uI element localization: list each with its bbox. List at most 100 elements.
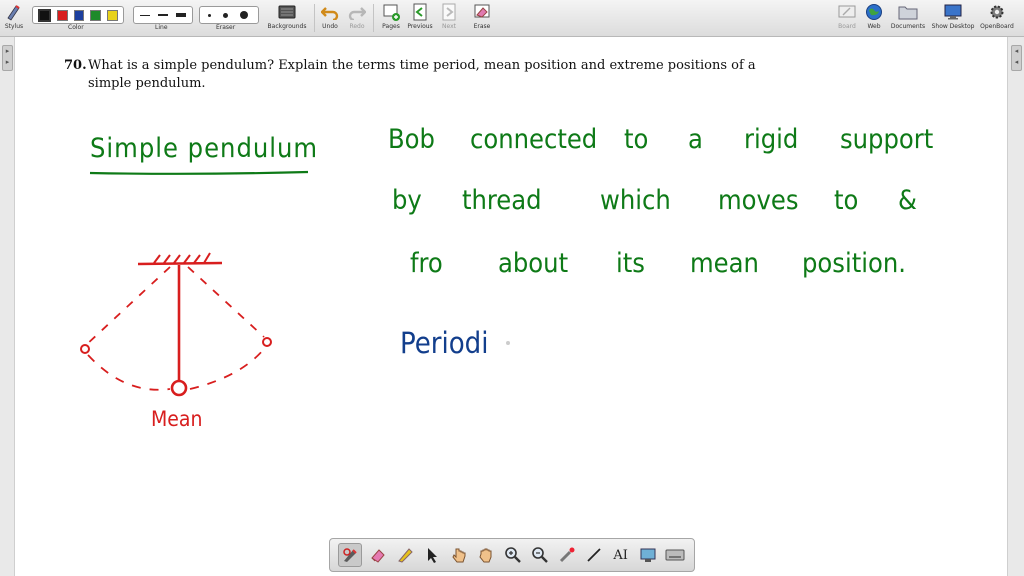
- eraser-medium-option[interactable]: [223, 12, 228, 18]
- chevron-left-icon: ◂ ◂: [1014, 47, 1019, 66]
- previous-button[interactable]: Previous: [406, 2, 434, 34]
- line-thick-option[interactable]: [176, 13, 186, 17]
- ink-word: fro: [410, 248, 443, 279]
- keyboard-button[interactable]: [664, 544, 686, 566]
- redo-button[interactable]: Redo: [347, 2, 367, 34]
- pen-icon: [343, 548, 358, 562]
- ink-word: by: [392, 185, 422, 216]
- folder-icon: [897, 2, 919, 22]
- line-label: Line: [155, 24, 168, 31]
- highlighter-icon: [398, 548, 414, 563]
- support-hatching: [153, 252, 211, 264]
- rigid-support: [137, 261, 223, 266]
- erase-label: Erase: [473, 23, 491, 30]
- backgrounds-label: Backgrounds: [267, 23, 307, 30]
- undo-button[interactable]: Undo: [320, 2, 340, 34]
- swing-arc: [87, 348, 265, 391]
- extreme-thread-right: [187, 266, 265, 338]
- eraser-small-option[interactable]: [208, 13, 211, 17]
- line-medium-option[interactable]: [158, 14, 168, 16]
- selector-tool-button[interactable]: [421, 544, 443, 566]
- line-tool-button[interactable]: [583, 544, 605, 566]
- documents-label: Documents: [890, 23, 926, 30]
- laser-pointer-button[interactable]: [556, 544, 578, 566]
- color-label: Color: [68, 24, 84, 31]
- pages-button[interactable]: Pages: [380, 2, 402, 34]
- next-button[interactable]: Next: [439, 2, 459, 34]
- board-button[interactable]: Board: [836, 2, 858, 34]
- laser-pointer-icon: [559, 547, 575, 563]
- ink-word: connected: [470, 124, 598, 155]
- question-number: 70.: [64, 58, 87, 73]
- gear-icon: [986, 2, 1008, 22]
- openboard-label: OpenBoard: [980, 23, 1014, 30]
- backgrounds-icon: [276, 2, 298, 22]
- show-desktop-button[interactable]: Show Desktop: [930, 2, 976, 34]
- documents-button[interactable]: Documents: [889, 2, 927, 34]
- highlighter-tool-button[interactable]: [394, 544, 416, 566]
- ink-word: support: [840, 124, 934, 155]
- ink-heading: Simple pendulum: [90, 133, 319, 164]
- right-panel-toggle[interactable]: ◂ ◂: [1011, 45, 1022, 71]
- line-width-selector: [133, 6, 193, 24]
- right-panel-strip: ◂ ◂: [1007, 37, 1024, 576]
- redo-icon: [346, 2, 368, 22]
- ink-word: to: [624, 124, 649, 155]
- undo-icon: [319, 2, 341, 22]
- color-swatch-red[interactable]: [56, 9, 68, 21]
- undo-label: Undo: [322, 23, 338, 30]
- toolbar-divider: [314, 4, 315, 32]
- previous-page-icon: [409, 2, 431, 22]
- color-swatch-yellow[interactable]: [107, 9, 118, 21]
- zoom-out-button[interactable]: [529, 544, 551, 566]
- ink-word: mean: [690, 248, 759, 279]
- pan-tool-button[interactable]: [475, 544, 497, 566]
- color-swatch-blue[interactable]: [73, 9, 85, 21]
- stylus-button[interactable]: Stylus: [3, 2, 25, 34]
- show-desktop-label: Show Desktop: [931, 23, 975, 30]
- zoom-in-button[interactable]: [502, 544, 524, 566]
- interact-tool-button[interactable]: [448, 544, 470, 566]
- question-line-2: simple pendulum.: [88, 76, 206, 91]
- main-toolbar: Stylus Color Line Eraser Backgrounds Und…: [0, 0, 1024, 37]
- ink-mean-label: Mean: [151, 407, 203, 431]
- capture-tool-button[interactable]: [637, 544, 659, 566]
- redo-label: Redo: [349, 23, 365, 30]
- eraser-icon: [371, 549, 386, 563]
- question-line-1: What is a simple pendulum? Explain the t…: [88, 58, 756, 73]
- openboard-button[interactable]: OpenBoard: [980, 2, 1014, 34]
- bob-extreme-left: [80, 344, 90, 354]
- board-icon: [836, 2, 858, 22]
- color-swatch-black[interactable]: [38, 8, 51, 22]
- left-panel-toggle[interactable]: ▸ ▸: [2, 45, 13, 71]
- chevron-right-icon: ▸ ▸: [5, 47, 10, 66]
- eraser-tool-button[interactable]: [367, 544, 389, 566]
- web-button[interactable]: Web: [864, 2, 884, 34]
- erase-board-icon: [471, 2, 493, 22]
- ink-word: which: [600, 185, 671, 216]
- line-tool-icon: [587, 548, 601, 562]
- eraser-label: Eraser: [216, 24, 236, 31]
- pages-icon: [380, 2, 402, 22]
- virtual-keyboard-icon: [665, 549, 685, 561]
- left-panel-strip: ▸ ▸: [0, 37, 15, 576]
- eraser-large-option[interactable]: [240, 11, 248, 19]
- text-tool-icon: AI: [613, 547, 628, 563]
- text-tool-button[interactable]: AI: [610, 544, 632, 566]
- color-swatch-green[interactable]: [90, 9, 102, 21]
- ink-word: moves: [718, 185, 799, 216]
- desktop-icon: [942, 2, 964, 22]
- backgrounds-button[interactable]: Backgrounds: [266, 2, 308, 34]
- pen-tool-button[interactable]: [338, 543, 363, 567]
- floating-tool-palette: AI: [329, 538, 695, 572]
- pendulum-diagram: [80, 252, 272, 397]
- color-palette: [32, 6, 124, 24]
- ink-word: a: [688, 124, 703, 155]
- next-page-icon: [438, 2, 460, 22]
- zoom-in-icon: [505, 547, 521, 563]
- erase-button[interactable]: Erase: [471, 2, 493, 34]
- heading-underline: [89, 170, 309, 175]
- previous-label: Previous: [407, 23, 433, 30]
- line-thin-option[interactable]: [140, 14, 150, 16]
- ink-word: Bob: [388, 124, 435, 155]
